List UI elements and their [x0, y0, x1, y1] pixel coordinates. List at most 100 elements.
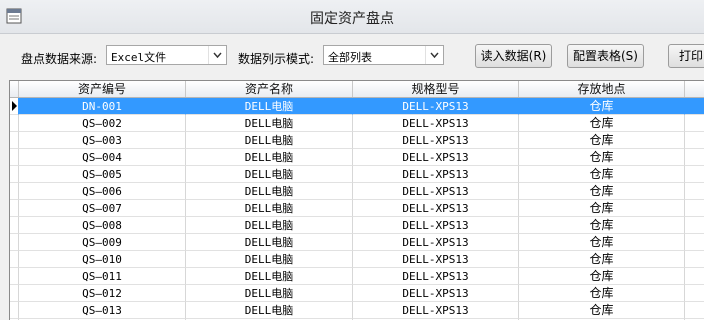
table-cell-filler: [685, 251, 704, 268]
column-header[interactable]: 存放地点: [519, 81, 685, 97]
table-cell[interactable]: DELL-XPS13: [353, 302, 519, 319]
table-cell[interactable]: DELL-XPS13: [353, 234, 519, 251]
window-title: 固定资产盘点: [310, 11, 394, 27]
table-row[interactable]: QS—006 DELL电脑 DELL-XPS13 仓库: [10, 183, 704, 200]
table-cell[interactable]: QS—005: [19, 166, 186, 183]
table-cell[interactable]: DELL-XPS13: [353, 149, 519, 166]
source-label: 盘点数据来源:: [21, 52, 98, 66]
table-row[interactable]: QS—003 DELL电脑 DELL-XPS13 仓库: [10, 132, 704, 149]
row-indicator[interactable]: [10, 217, 19, 234]
row-indicator[interactable]: [10, 183, 19, 200]
table-cell[interactable]: QS—008: [19, 217, 186, 234]
table-cell[interactable]: DELL-XPS13: [353, 115, 519, 132]
mode-label: 数据列示模式:: [238, 52, 315, 66]
row-indicator[interactable]: [10, 251, 19, 268]
table-cell[interactable]: DELL-XPS13: [353, 200, 519, 217]
table-cell[interactable]: QS—012: [19, 285, 186, 302]
chevron-down-icon: [425, 46, 439, 64]
table-row[interactable]: QS—013 DELL电脑 DELL-XPS13 仓库: [10, 302, 704, 319]
source-select-value: Excel文件: [111, 51, 167, 64]
table-row[interactable]: QS—011 DELL电脑 DELL-XPS13 仓库: [10, 268, 704, 285]
table-row[interactable]: QS—005 DELL电脑 DELL-XPS13 仓库: [10, 166, 704, 183]
table-cell[interactable]: DELL电脑: [186, 217, 353, 234]
table-row[interactable]: QS—004 DELL电脑 DELL-XPS13 仓库: [10, 149, 704, 166]
source-select[interactable]: Excel文件: [106, 45, 227, 65]
asset-table: 资产编号 资产名称 规格型号 存放地点 DN-001 DELL电脑 DELL-XPS…: [9, 80, 704, 320]
table-cell[interactable]: DELL-XPS13: [353, 98, 519, 115]
table-cell[interactable]: QS—010: [19, 251, 186, 268]
table-cell[interactable]: DELL电脑: [186, 115, 353, 132]
row-indicator[interactable]: [10, 166, 19, 183]
row-indicator[interactable]: [10, 234, 19, 251]
column-header[interactable]: 资产编号: [19, 81, 186, 97]
table-cell[interactable]: DELL电脑: [186, 98, 353, 115]
table-row[interactable]: QS—007 DELL电脑 DELL-XPS13 仓库: [10, 200, 704, 217]
mode-select[interactable]: 全部列表: [323, 45, 444, 65]
table-cell[interactable]: 仓库: [519, 285, 685, 302]
table-cell[interactable]: DELL-XPS13: [353, 132, 519, 149]
table-cell[interactable]: 仓库: [519, 200, 685, 217]
row-indicator[interactable]: [10, 98, 19, 115]
table-cell[interactable]: DN-001: [19, 98, 186, 115]
table-cell[interactable]: 仓库: [519, 251, 685, 268]
table-cell[interactable]: QS—007: [19, 200, 186, 217]
row-indicator[interactable]: [10, 200, 19, 217]
table-cell-filler: [685, 302, 704, 319]
row-indicator[interactable]: [10, 268, 19, 285]
row-indicator[interactable]: [10, 302, 19, 319]
table-cell[interactable]: DELL-XPS13: [353, 268, 519, 285]
table-cell[interactable]: QS—006: [19, 183, 186, 200]
table-cell[interactable]: DELL-XPS13: [353, 183, 519, 200]
table-cell[interactable]: 仓库: [519, 132, 685, 149]
table-cell[interactable]: 仓库: [519, 234, 685, 251]
table-cell-filler: [685, 132, 704, 149]
table-cell[interactable]: DELL电脑: [186, 268, 353, 285]
table-cell[interactable]: DELL-XPS13: [353, 166, 519, 183]
table-cell[interactable]: 仓库: [519, 302, 685, 319]
table-cell[interactable]: QS—004: [19, 149, 186, 166]
table-cell[interactable]: DELL电脑: [186, 302, 353, 319]
read-data-button[interactable]: 读入数据(R): [475, 44, 552, 68]
table-cell[interactable]: 仓库: [519, 115, 685, 132]
row-indicator[interactable]: [10, 285, 19, 302]
chevron-down-icon: [208, 46, 222, 64]
table-row[interactable]: QS—002 DELL电脑 DELL-XPS13 仓库: [10, 115, 704, 132]
table-cell[interactable]: 仓库: [519, 217, 685, 234]
table-cell[interactable]: DELL电脑: [186, 251, 353, 268]
table-cell[interactable]: DELL电脑: [186, 132, 353, 149]
column-header[interactable]: 资产名称: [186, 81, 353, 97]
table-row[interactable]: QS—009 DELL电脑 DELL-XPS13 仓库: [10, 234, 704, 251]
row-indicator[interactable]: [10, 132, 19, 149]
column-header[interactable]: 规格型号: [353, 81, 519, 97]
table-cell[interactable]: QS—009: [19, 234, 186, 251]
table-cell[interactable]: DELL电脑: [186, 149, 353, 166]
table-row[interactable]: DN-001 DELL电脑 DELL-XPS13 仓库: [10, 98, 704, 115]
table-cell[interactable]: QS—013: [19, 302, 186, 319]
table-cell[interactable]: 仓库: [519, 98, 685, 115]
table-cell[interactable]: 仓库: [519, 166, 685, 183]
table-cell[interactable]: DELL电脑: [186, 166, 353, 183]
table-cell[interactable]: 仓库: [519, 149, 685, 166]
table-row[interactable]: QS—010 DELL电脑 DELL-XPS13 仓库: [10, 251, 704, 268]
table-cell[interactable]: 仓库: [519, 183, 685, 200]
table-cell[interactable]: DELL电脑: [186, 183, 353, 200]
table-cell[interactable]: DELL-XPS13: [353, 217, 519, 234]
table-row[interactable]: QS—012 DELL电脑 DELL-XPS13 仓库: [10, 285, 704, 302]
table-cell[interactable]: DELL-XPS13: [353, 285, 519, 302]
table-cell[interactable]: DELL电脑: [186, 200, 353, 217]
config-table-button[interactable]: 配置表格(S): [567, 44, 644, 68]
table-cell[interactable]: QS—011: [19, 268, 186, 285]
table-cell[interactable]: DELL电脑: [186, 285, 353, 302]
table-cell[interactable]: 仓库: [519, 268, 685, 285]
table-cell-filler: [685, 268, 704, 285]
table-cell[interactable]: QS—003: [19, 132, 186, 149]
table-cell-filler: [685, 183, 704, 200]
table-cell[interactable]: QS—002: [19, 115, 186, 132]
table-row[interactable]: QS—008 DELL电脑 DELL-XPS13 仓库: [10, 217, 704, 234]
table-cell[interactable]: DELL-XPS13: [353, 251, 519, 268]
row-indicator[interactable]: [10, 115, 19, 132]
row-indicator[interactable]: [10, 149, 19, 166]
table-cell[interactable]: DELL电脑: [186, 234, 353, 251]
table-cell-filler: [685, 200, 704, 217]
print-button[interactable]: 打印: [668, 44, 704, 68]
